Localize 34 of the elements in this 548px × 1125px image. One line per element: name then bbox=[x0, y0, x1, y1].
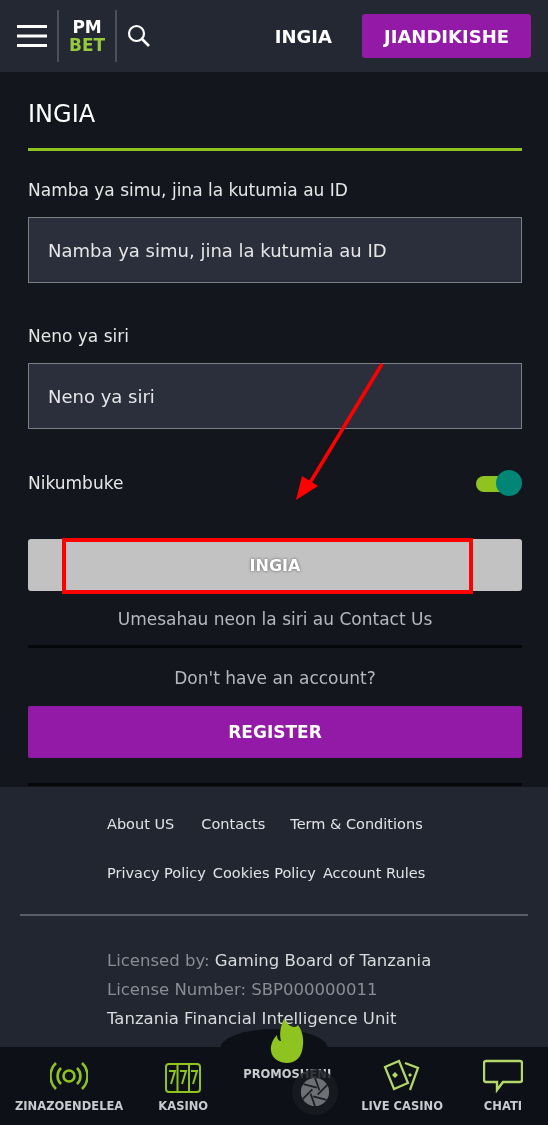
page-title: INGIA bbox=[28, 99, 97, 130]
license-label: License Number: SBP000000011 bbox=[107, 980, 378, 999]
slot-machine-icon bbox=[165, 1063, 202, 1093]
aperture-icon bbox=[300, 1077, 330, 1107]
field-label: Namba ya simu, jina la kutumia au ID bbox=[28, 179, 349, 201]
playing-cards-icon bbox=[383, 1059, 422, 1093]
footer-link[interactable]: Account Rules bbox=[322, 865, 426, 887]
no-account-text: Don't have an account? bbox=[173, 668, 377, 690]
menu-icon[interactable] bbox=[17, 25, 47, 47]
register-button[interactable]: REGISTER bbox=[28, 706, 522, 758]
logo[interactable]: PM BET bbox=[69, 18, 106, 54]
footer-link[interactable]: About US bbox=[107, 816, 175, 838]
input-field[interactable]: Neno ya siri bbox=[28, 363, 522, 429]
license-label: Licensed by: bbox=[107, 951, 210, 970]
remember-label: Nikumbuke bbox=[28, 473, 124, 493]
input-field[interactable]: Namba ya simu, jina la kutumia au ID bbox=[28, 217, 522, 283]
footer-link[interactable]: Term & Conditions bbox=[290, 816, 423, 838]
field-label: Neno ya siri bbox=[28, 325, 130, 347]
chat-icon bbox=[482, 1059, 523, 1093]
nav-item[interactable]: CHATI bbox=[472, 1059, 533, 1113]
license-text: Tanzania Financial Intelligence Unit bbox=[107, 1009, 397, 1028]
nav-item[interactable]: KASINO bbox=[153, 1063, 214, 1113]
forgot-password-link[interactable]: Umesahau neon la siri au Contact Us bbox=[28, 609, 522, 631]
register-button[interactable]: JIANDIKISHE bbox=[362, 14, 531, 58]
remember-toggle[interactable] bbox=[476, 470, 522, 496]
footer-link[interactable]: Cookies Policy bbox=[212, 865, 316, 887]
login-link[interactable]: INGIA bbox=[274, 25, 332, 47]
nav-item[interactable]: LIVE CASINO bbox=[361, 1059, 443, 1113]
footer-link[interactable]: Contacts bbox=[201, 816, 266, 838]
nav-item[interactable]: ZINAZOENDELEA bbox=[15, 1059, 124, 1113]
license-text: Gaming Board of Tanzania bbox=[214, 951, 432, 970]
broadcast-icon bbox=[50, 1059, 89, 1093]
footer-link[interactable]: Privacy Policy bbox=[107, 865, 206, 887]
search-icon[interactable] bbox=[127, 24, 152, 48]
